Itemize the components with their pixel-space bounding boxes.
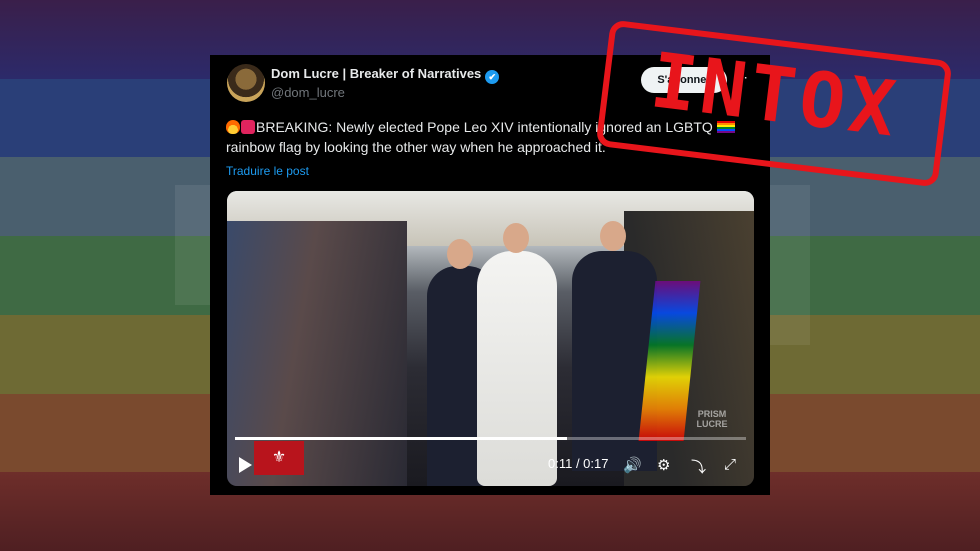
play-icon[interactable] bbox=[239, 457, 252, 473]
verified-badge-icon: ✔ bbox=[485, 70, 500, 84]
background-ghost-shape bbox=[770, 185, 810, 345]
video-progress-bar[interactable] bbox=[235, 437, 746, 440]
video-pope-head bbox=[503, 223, 529, 253]
settings-gear-icon[interactable]: ⚙ bbox=[657, 456, 670, 474]
video-time: 0:11 / 0:17 bbox=[548, 456, 609, 471]
author-name-text[interactable]: Dom Lucre | Breaker of Narratives bbox=[271, 66, 481, 81]
fullscreen-icon[interactable]: ⤢ bbox=[724, 456, 736, 473]
video-person-head bbox=[447, 239, 473, 269]
video-pope-figure bbox=[477, 251, 557, 486]
author-handle[interactable]: @dom_lucre bbox=[271, 85, 345, 100]
volume-icon[interactable]: 🔊 bbox=[623, 456, 642, 474]
tweet-text-part2: rainbow flag by looking the other way wh… bbox=[226, 139, 606, 155]
video-person-head bbox=[600, 221, 626, 251]
translate-link[interactable]: Traduire le post bbox=[226, 164, 309, 178]
vatican-news-logo: ⚜ bbox=[254, 441, 304, 475]
siren-emoji-icon bbox=[241, 120, 255, 134]
author-name[interactable]: Dom Lucre | Breaker of Narratives ✔ bbox=[271, 66, 500, 84]
fire-emoji-icon bbox=[226, 120, 240, 134]
video-progress-fill bbox=[235, 437, 568, 440]
pip-icon[interactable]: ⤵ bbox=[691, 456, 706, 477]
video-player[interactable]: PRISM LUCRE ⚜ 0:11 / 0:17 🔊 ⚙ ⤵ ⤢ bbox=[227, 191, 754, 486]
video-watermark: PRISM LUCRE bbox=[696, 409, 728, 429]
avatar[interactable] bbox=[227, 64, 265, 102]
